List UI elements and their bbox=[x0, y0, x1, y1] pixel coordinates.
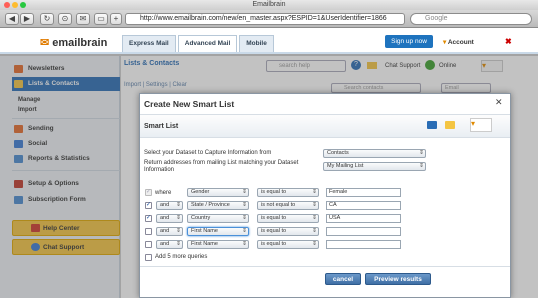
close-icon[interactable]: ✕ bbox=[495, 97, 503, 108]
connector-select-value: and bbox=[160, 202, 170, 208]
field-select[interactable]: Gender bbox=[187, 188, 249, 197]
tab-advanced-mail[interactable]: Advanced Mail bbox=[177, 35, 238, 52]
field-select-value: First Name bbox=[191, 228, 218, 234]
close-window-button[interactable] bbox=[4, 2, 10, 8]
return-addresses-label: Return addresses from mailing List match… bbox=[144, 160, 299, 173]
connector-select-value: and bbox=[160, 228, 170, 234]
url-text: http://www.emailbrain.com/new/en_master.… bbox=[140, 15, 387, 22]
operator-select-value: is equal to bbox=[261, 241, 287, 247]
cancel-button[interactable]: cancel bbox=[325, 273, 361, 285]
preview-results-button[interactable]: Preview results bbox=[365, 273, 431, 285]
account-label: Account bbox=[447, 39, 474, 46]
browser-toolbar: ◀ ▶ ↻ ⊙ ✉ ▭ + http://www.emailbrain.com/… bbox=[0, 10, 538, 28]
browser-search-field[interactable]: Google bbox=[410, 13, 532, 25]
query-enable-checkbox[interactable] bbox=[145, 241, 152, 248]
tab-express-mail[interactable]: Express Mail bbox=[122, 35, 176, 52]
field-select[interactable]: Country bbox=[187, 214, 249, 223]
query-enable-checkbox[interactable] bbox=[145, 228, 152, 235]
share-button[interactable]: ✉ bbox=[76, 13, 90, 25]
dataset-select-value: Contacts bbox=[327, 150, 349, 156]
mailing-list-select-value: My Mailing List bbox=[327, 163, 364, 169]
monitor-icon[interactable] bbox=[427, 121, 437, 129]
signup-button[interactable]: Sign up now bbox=[385, 35, 433, 48]
logo-text: emailbrain bbox=[52, 37, 108, 49]
mail-tabs: Express Mail Advanced Mail Mobile bbox=[122, 35, 276, 52]
tab-mobile[interactable]: Mobile bbox=[239, 35, 274, 52]
value-input[interactable]: CA bbox=[326, 201, 401, 210]
connector-select[interactable]: and bbox=[156, 201, 183, 210]
divider bbox=[140, 266, 510, 267]
account-menu[interactable]: ▾ Account bbox=[443, 38, 474, 46]
operator-select[interactable]: is equal to bbox=[257, 240, 319, 249]
operator-select-value: is not equal to bbox=[261, 202, 296, 208]
add-more-queries-checkbox[interactable] bbox=[145, 254, 152, 261]
connector-select[interactable]: and bbox=[156, 227, 183, 236]
app-header: ✉ emailbrain Express Mail Advanced Mail Mo… bbox=[0, 28, 538, 54]
logo[interactable]: ✉ emailbrain bbox=[40, 36, 107, 49]
close-icon[interactable]: ✖ bbox=[505, 37, 512, 46]
field-select[interactable]: First Name bbox=[187, 227, 249, 236]
forward-button[interactable]: ▶ bbox=[20, 13, 34, 25]
value-input[interactable]: USA bbox=[326, 214, 401, 223]
new-tab-button[interactable]: + bbox=[110, 13, 122, 25]
lightbulb-icon: ▾ bbox=[471, 119, 476, 128]
history-button[interactable]: ⊙ bbox=[58, 13, 72, 25]
value-input[interactable]: Female bbox=[326, 188, 401, 197]
dataset-label: Select your Dataset to Capture Informati… bbox=[144, 150, 272, 156]
add-more-queries-label: Add 5 more queries bbox=[155, 254, 208, 260]
mailing-list-select[interactable]: My Mailing List bbox=[323, 162, 426, 171]
value-input[interactable] bbox=[326, 240, 401, 249]
connector-select[interactable]: and bbox=[156, 214, 183, 223]
create-smart-list-dialog: Create New Smart List ✕ Smart List ▾ Sel… bbox=[139, 93, 511, 298]
logo-mark-icon: ✉ bbox=[40, 37, 50, 49]
window-title: Emailbrain bbox=[252, 1, 286, 8]
field-select[interactable]: State / Province bbox=[187, 201, 249, 210]
connector-select-value: and bbox=[160, 241, 170, 247]
browser-search-placeholder: Google bbox=[425, 15, 448, 22]
query-enable-checkbox[interactable]: ✓ bbox=[145, 202, 152, 209]
operator-select[interactable]: is equal to bbox=[257, 227, 319, 236]
bookmarks-button[interactable]: ▭ bbox=[94, 13, 108, 25]
dialog-title: Create New Smart List bbox=[144, 99, 235, 109]
chevron-down-icon: ▾ bbox=[443, 39, 447, 46]
value-input[interactable] bbox=[326, 227, 401, 236]
operator-select[interactable]: is equal to bbox=[257, 188, 319, 197]
dataset-select[interactable]: Contacts bbox=[323, 149, 426, 158]
minimize-window-button[interactable] bbox=[12, 2, 18, 8]
field-select-value: State / Province bbox=[191, 202, 230, 208]
zoom-window-button[interactable] bbox=[20, 2, 26, 8]
operator-select[interactable]: is not equal to bbox=[257, 201, 319, 210]
where-label: where bbox=[155, 190, 172, 196]
mail-icon[interactable] bbox=[445, 121, 455, 129]
field-select-value: Country bbox=[191, 215, 211, 221]
operator-select-value: is equal to bbox=[261, 228, 287, 234]
lightbulb-menu[interactable]: ▾ bbox=[470, 118, 492, 132]
url-field[interactable]: http://www.emailbrain.com/new/en_master.… bbox=[125, 13, 405, 25]
query-enable-checkbox[interactable]: ✓ bbox=[145, 215, 152, 222]
field-select[interactable]: First Name bbox=[187, 240, 249, 249]
back-button[interactable]: ◀ bbox=[5, 13, 19, 25]
section-title: Smart List bbox=[144, 123, 179, 130]
dialog-section-header: Smart List ▾ bbox=[140, 114, 510, 138]
connector-select-value: and bbox=[160, 215, 170, 221]
operator-select-value: is equal to bbox=[261, 189, 287, 195]
operator-select[interactable]: is equal to bbox=[257, 214, 319, 223]
reload-button[interactable]: ↻ bbox=[40, 13, 54, 25]
connector-select[interactable]: and bbox=[156, 240, 183, 249]
operator-select-value: is equal to bbox=[261, 215, 287, 221]
field-select-value: First Name bbox=[191, 241, 218, 247]
field-select-value: Gender bbox=[191, 189, 210, 195]
query-enable-checkbox[interactable]: ✓ bbox=[145, 189, 152, 196]
window-titlebar: Emailbrain bbox=[0, 0, 538, 10]
